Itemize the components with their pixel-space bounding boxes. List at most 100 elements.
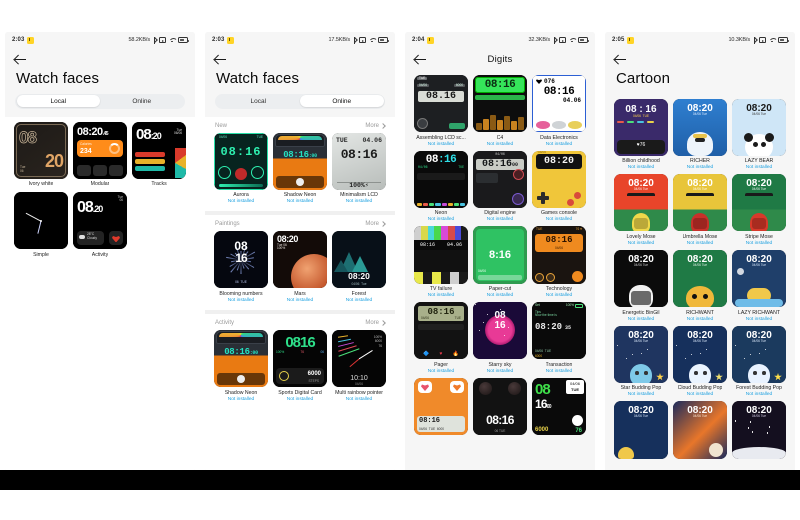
watch-face-card[interactable]: Simple: [14, 192, 68, 259]
watch-face-card[interactable]: 08:20 04/06 Tue Star Budding Pop Not ins…: [614, 325, 668, 397]
watch-face-thumbnail[interactable]: 08:20 04/06 Tue: [673, 401, 727, 459]
watch-face-card[interactable]: 8:16 04/06 Paper-cut Not installed: [473, 226, 527, 298]
watch-face-thumbnail[interactable]: 08:20 04/06 Tue: [732, 174, 786, 232]
watch-face-thumbnail[interactable]: TUE 76 ♥ 08:16 04/06: [532, 226, 586, 284]
watch-face-card[interactable]: 076 08:16 04.06 Data Electronics Not ins…: [532, 75, 586, 147]
watch-face-card[interactable]: 08:20.45 Calories 234 Modular: [73, 121, 127, 189]
watch-face-thumbnail[interactable]: 08:16:00: [273, 132, 327, 190]
watch-face-card[interactable]: 08:20 04/06 Tue: [732, 401, 786, 462]
watch-face-card[interactable]: 08:20 04/06 Tue Lovely Mose Not installe…: [614, 174, 668, 246]
watch-face-thumbnail[interactable]: 08:20 Tue 06/06: [132, 121, 186, 179]
back-arrow-icon[interactable]: [214, 53, 227, 66]
watch-face-thumbnail[interactable]: 076 08:16 04.06: [532, 75, 586, 133]
watch-face-thumbnail[interactable]: 04/06 08:1600: [473, 150, 527, 208]
watch-face-card[interactable]: 08:20 04/06 Games console Not installed: [532, 150, 586, 222]
watch-face-card[interactable]: TUE 04/06 6000 08.16 Assembling LCD sc..…: [414, 75, 468, 147]
watch-face-card[interactable]: 08.20 Tue 06 28°C Cloudy Activity: [73, 192, 127, 259]
watch-face-card[interactable]: Set 100% Tips Now the time is 08:20 35 04…: [532, 302, 586, 374]
watch-face-card[interactable]: 08:20 04/06 Tue: [614, 401, 668, 462]
section-more-link[interactable]: More: [365, 123, 386, 129]
watch-face-card[interactable]: 08:20 Tue 06 100% Mars Not installed: [273, 231, 327, 303]
content-scroll-area[interactable]: 08 20 Tue 06 Ivory white 08:20.45 Calorie…: [5, 116, 195, 472]
tab-online[interactable]: Online: [300, 95, 384, 107]
watch-face-card[interactable]: 08 16 Starry sky Not installed: [473, 302, 527, 374]
watch-face-thumbnail[interactable]: 08:16 04/06 TUE 🔷 ♥ 🔥: [414, 302, 468, 360]
watch-face-card[interactable]: 08:20 04/06 Tue LAZY BEAR Not installed: [732, 98, 786, 170]
watch-face-thumbnail[interactable]: 08:20 04/06: [532, 150, 586, 208]
watch-face-thumbnail[interactable]: 08:16 04.06: [414, 226, 468, 284]
watch-face-thumbnail[interactable]: 08:20.45 Calories 234: [73, 121, 127, 179]
watch-face-card[interactable]: 08 20 Tue 06 Ivory white: [14, 121, 68, 189]
watch-face-card[interactable]: 04/06 08:1600 Digital engine Not install…: [473, 150, 527, 222]
watch-face-thumbnail[interactable]: TUE 04/06 6000 08.16: [414, 75, 468, 133]
watch-face-card[interactable]: 08 04/06 TUE 1600 6000 76: [532, 377, 586, 439]
watch-face-thumbnail[interactable]: 08 04/06 TUE 1600 6000 76: [532, 377, 586, 436]
watch-face-thumbnail[interactable]: 08 16 06 TUE: [214, 231, 268, 289]
watch-face-thumbnail[interactable]: 08:20 04/06 Tue: [673, 325, 727, 383]
watch-face-thumbnail[interactable]: 8:16 04/06: [473, 226, 527, 284]
watch-face-thumbnail[interactable]: 08 16: [473, 302, 527, 360]
watch-face-thumbnail[interactable]: 08:16 04/06 TUE 6000: [414, 377, 468, 436]
content-scroll-area[interactable]: New More 04/06 TUE 08:16 Aurora Not insta…: [205, 116, 395, 472]
watch-face-thumbnail[interactable]: 08:20 04/06 Tue: [673, 249, 727, 308]
watch-face-thumbnail[interactable]: 08:20 04/06 Tue: [673, 98, 727, 156]
watch-face-card[interactable]: 08:20 04/06 Tue Forest Not installed: [332, 231, 386, 303]
watch-face-thumbnail[interactable]: 08:20 04/06 Tue: [332, 231, 386, 289]
watch-face-thumbnail[interactable]: 08:20 04/06 Tue: [614, 401, 668, 459]
watch-face-thumbnail[interactable]: 08:20 04/06 Tue: [732, 325, 786, 383]
watch-face-thumbnail[interactable]: 08 : 16 04/06 TUE ♥76: [614, 98, 668, 156]
watch-face-card[interactable]: 08:16:00 Shadow Neon Not installed: [273, 132, 327, 204]
watch-face-card[interactable]: 08:16 C4 Not installed: [473, 75, 527, 147]
watch-face-card[interactable]: 08:16 04/06 TUE 🔷 ♥ 🔥 Pager Not installed: [414, 302, 468, 374]
watch-face-thumbnail[interactable]: 04/06 TUE 08:16: [214, 132, 268, 190]
watch-face-card[interactable]: 08:20 04/06 Tue Cloud Budding Pop Not in…: [673, 325, 727, 397]
segmented-tabs[interactable]: Local Online: [15, 93, 185, 109]
watch-face-card[interactable]: 100% 6000 76 10:10 04/06 Multi rainbow poi…: [332, 329, 386, 402]
watch-face-thumbnail[interactable]: 0816 100% 76 06 6000 STEPS: [273, 329, 327, 388]
watch-face-card[interactable]: 08 : 16 04/06 TUE ♥76 Billion childhood …: [614, 98, 668, 170]
watch-face-thumbnail[interactable]: 08:16 04/06 TUE: [414, 150, 468, 208]
watch-face-thumbnail[interactable]: 08:16: [473, 75, 527, 133]
watch-face-thumbnail[interactable]: 08:20 04/06 Tue: [614, 249, 668, 308]
tab-online[interactable]: Online: [100, 95, 184, 107]
watch-face-card[interactable]: TUE 76 ♥ 08:16 04/06 Technology Not inst…: [532, 226, 586, 298]
back-arrow-icon[interactable]: [614, 53, 627, 66]
watch-face-card[interactable]: 08:20 Tue 06/06 Tracks: [132, 121, 186, 189]
watch-face-card[interactable]: 08:16 06 TUE: [473, 377, 527, 439]
tab-local[interactable]: Local: [16, 95, 100, 107]
watch-face-thumbnail[interactable]: 08:20 04/06 Tue: [614, 174, 668, 232]
watch-face-thumbnail[interactable]: 08:16:00: [214, 329, 268, 388]
watch-face-thumbnail[interactable]: 08:20 04/06 Tue: [614, 325, 668, 383]
watch-face-card[interactable]: 08:20 04/06 Tue LAZY RICHWANT Not instal…: [732, 249, 786, 322]
tab-local[interactable]: Local: [217, 95, 301, 107]
watch-face-thumbnail[interactable]: 100% 6000 76 10:10 04/06: [332, 329, 386, 388]
watch-face-thumbnail[interactable]: 08:20 04/06 Tue: [673, 174, 727, 232]
watch-face-card[interactable]: 08:20 04/06 Tue Umbrella Mose Not instal…: [673, 174, 727, 246]
watch-face-thumbnail[interactable]: TUE 04.06 08:16 100%⚡: [332, 132, 386, 190]
watch-face-card[interactable]: 08:16:00 Shadow Neon Not installed: [214, 329, 268, 402]
watch-face-thumbnail[interactable]: 08:20 04/06 Tue: [732, 401, 786, 459]
watch-face-thumbnail[interactable]: [14, 192, 68, 250]
watch-face-card[interactable]: 08:20 04/06 Tue: [673, 401, 727, 462]
watch-face-card[interactable]: 0816 100% 76 06 6000 STEPS Sports Digital …: [273, 329, 327, 402]
watch-face-card[interactable]: 08:20 04/06 Tue Stripe Mose Not installe…: [732, 174, 786, 246]
watch-face-thumbnail[interactable]: 08.20 Tue 06 28°C Cloudy: [73, 192, 127, 250]
content-scroll-area[interactable]: TUE 04/06 6000 08.16 Assembling LCD sc..…: [405, 70, 595, 472]
watch-face-card[interactable]: 08:16 04/06 TUE Neon Not installed: [414, 150, 468, 222]
watch-face-thumbnail[interactable]: 08:20 Tue 06 100%: [273, 231, 327, 289]
watch-face-card[interactable]: 08:20 04/06 Tue RICHWANT Not installed: [673, 249, 727, 322]
watch-face-thumbnail[interactable]: 08:20 04/06 Tue: [732, 249, 786, 308]
watch-face-card[interactable]: 08:16 04/06 TUE 6000: [414, 377, 468, 439]
watch-face-card[interactable]: 08 16 06 TUE Blooming numbers Not install…: [214, 231, 268, 303]
content-scroll-area[interactable]: 08 : 16 04/06 TUE ♥76 Billion childhood …: [605, 93, 795, 472]
watch-face-thumbnail[interactable]: Set 100% Tips Now the time is 08:20 35 04…: [532, 302, 586, 360]
watch-face-card[interactable]: 04/06 TUE 08:16 Aurora Not installed: [214, 132, 268, 204]
section-more-link[interactable]: More: [365, 320, 386, 326]
watch-face-card[interactable]: 08:16 04.06 TV failure Not installed: [414, 226, 468, 298]
watch-face-card[interactable]: 08:20 04/06 Tue Energetic BinGil Not ins…: [614, 249, 668, 322]
watch-face-card[interactable]: 08:20 04/06 Tue Forest Budding Pop Not i…: [732, 325, 786, 397]
segmented-tabs[interactable]: Local Online: [215, 93, 385, 109]
watch-face-thumbnail[interactable]: 08:20 04/06 Tue: [732, 98, 786, 156]
watch-face-thumbnail[interactable]: 08:16 06 TUE: [473, 377, 527, 436]
section-more-link[interactable]: More: [365, 221, 386, 227]
